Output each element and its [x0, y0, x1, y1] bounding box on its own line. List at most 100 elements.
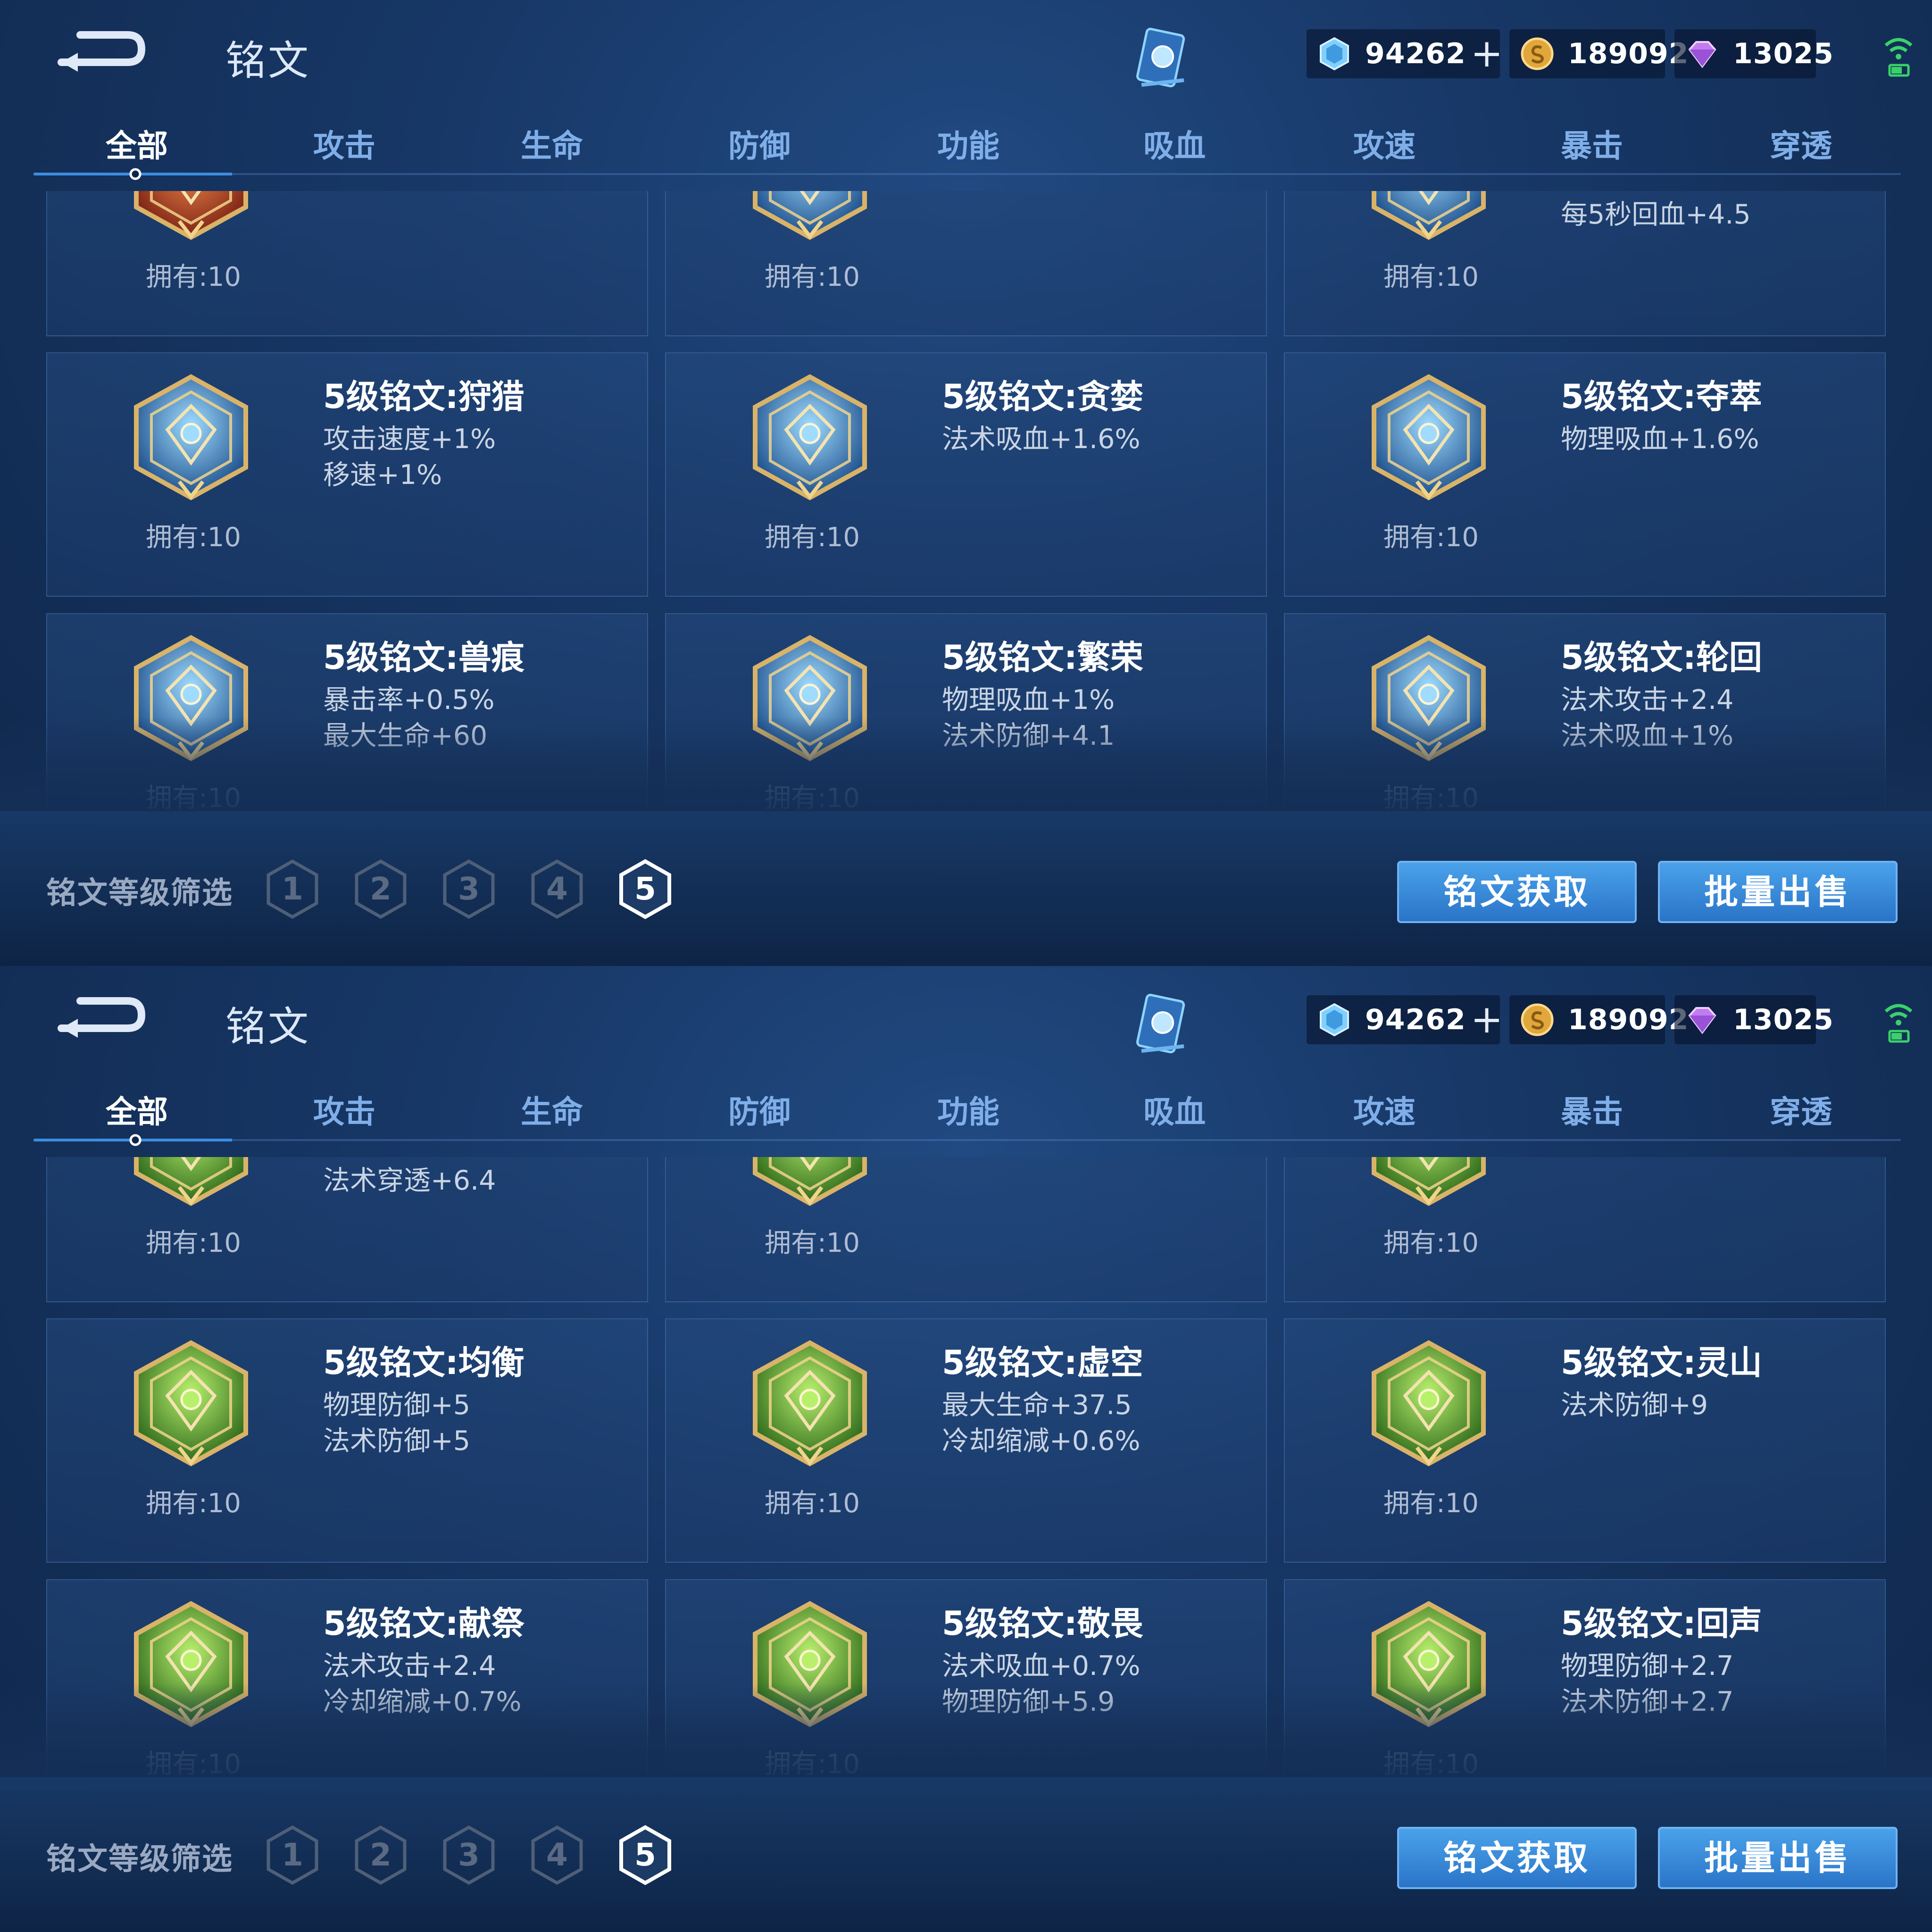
inscription-book-icon[interactable] [1127, 990, 1198, 1060]
level-filter-4[interactable]: 4 [526, 858, 588, 920]
inscription-emblem-icon [1372, 1157, 1486, 1206]
inscription-card[interactable]: 拥有:10 最大生命+75 [665, 191, 1267, 336]
inscription-card[interactable]: 拥有:10 5级铭文:均衡物理防御+5 法术防御+5 [46, 1318, 648, 1563]
level-filter-3[interactable]: 3 [438, 1824, 500, 1886]
inscription-name: 5级铭文:繁荣 [942, 638, 1143, 677]
wifi-signal-icon [1884, 38, 1913, 77]
owned-count: 拥有:10 [145, 522, 242, 553]
tab-penetration[interactable]: 穿透 [1725, 1087, 1876, 1132]
tab-penetration[interactable]: 穿透 [1725, 121, 1876, 166]
tab-attack[interactable]: 攻击 [269, 121, 420, 166]
tab-critical[interactable]: 暴击 [1516, 121, 1667, 166]
page-title: 铭文 [225, 1003, 310, 1050]
level-filter-1[interactable]: 1 [262, 1824, 323, 1886]
inscription-card[interactable]: 拥有:10 5级铭文:灵山 法术防御+9 [1284, 1318, 1886, 1563]
tab-attack-speed[interactable]: 攻速 [1309, 121, 1460, 166]
inscription-card[interactable]: 拥有:10 5级铭文:夺萃 物理吸血+1.6% [1284, 352, 1886, 597]
currency-gold: 189092 [1509, 29, 1689, 78]
tab-lifesteal[interactable]: 吸血 [1099, 1087, 1250, 1132]
tab-attack-speed[interactable]: 攻速 [1309, 1087, 1460, 1132]
inscription-name: 5级铭文:敬畏 [942, 1604, 1143, 1643]
tab-utility[interactable]: 功能 [893, 121, 1044, 166]
inscription-grid: 拥有:10 暴击率+1.6% 拥有:10 最大生命+75 拥有:10最大生命+60每5秒… [0, 191, 1932, 809]
level-filter-2-label: 2 [370, 1837, 391, 1873]
level-filter-4-label: 4 [546, 871, 568, 907]
hexagon-crystal-icon [1320, 1003, 1349, 1037]
inscription-card[interactable]: 拥有:10 暴击率+1.6% [46, 191, 648, 336]
currency-diamond: 13025 [1674, 995, 1833, 1044]
diamond-value: 13025 [1733, 1003, 1834, 1036]
tab-lifesteal[interactable]: 吸血 [1099, 121, 1250, 166]
tab-health[interactable]: 生命 [476, 1087, 627, 1132]
crystal-value: 94262 [1365, 37, 1466, 70]
owned-count: 拥有:10 [764, 522, 860, 553]
inscription-card[interactable]: 拥有:10 5级铭文:虚空 最大生命+37.5 冷却缩减+0.6% [665, 1318, 1267, 1563]
add-crystal-button[interactable]: + [1471, 1000, 1503, 1039]
level-filter-4-label: 4 [546, 1837, 568, 1873]
inscription-name: 5级铭文:狩猎 [323, 377, 525, 416]
currency-crystal[interactable]: 94262 + [1307, 995, 1503, 1044]
inscription-card[interactable]: 拥有:10 物理防御+9 [1284, 1157, 1886, 1302]
level-filter-5-label: 5 [634, 871, 656, 907]
inscription-stat: 法术吸血+1.6% [942, 424, 1141, 455]
inscription-stat: 物理吸血+1% [942, 684, 1115, 716]
inscription-stat: 冷却缩减+0.6% [942, 1425, 1141, 1457]
acquire-inscription-button[interactable]: 铭文获取 [1397, 1827, 1637, 1889]
add-crystal-button[interactable]: + [1471, 34, 1503, 73]
level-filter-1-label: 1 [282, 871, 303, 907]
inscription-book-icon[interactable] [1127, 24, 1198, 94]
inscription-emblem-icon [1372, 374, 1486, 500]
bottom-bar: 铭文等级筛选 1 2 3 4 5 铭文获取 批量出售 [0, 1777, 1932, 1932]
level-filter-1-label: 1 [282, 1837, 303, 1873]
level-filter-5-label: 5 [634, 1837, 656, 1873]
back-arrow-icon[interactable] [52, 25, 146, 76]
owned-count: 拥有:10 [764, 1228, 860, 1258]
owned-count: 拥有:10 [145, 1488, 242, 1519]
inscription-stat: 法术防御+5 [323, 1425, 471, 1457]
tab-defense[interactable]: 防御 [684, 121, 835, 166]
bulk-sell-button[interactable]: 批量出售 [1658, 1827, 1898, 1889]
owned-count: 拥有:10 [1383, 1488, 1479, 1519]
tab-critical[interactable]: 暴击 [1516, 1087, 1667, 1132]
owned-count: 拥有:10 [764, 1488, 860, 1519]
tab-utility[interactable]: 功能 [893, 1087, 1044, 1132]
inscription-stat: 物理防御+5 [323, 1390, 471, 1421]
level-filter-4[interactable]: 4 [526, 1824, 588, 1886]
inscription-emblem-icon [134, 1340, 248, 1466]
tab-all[interactable]: 全部 [61, 121, 212, 166]
tab-attack[interactable]: 攻击 [269, 1087, 420, 1132]
level-filter-3[interactable]: 3 [438, 858, 500, 920]
inscription-name: 5级铭文:均衡 [323, 1343, 525, 1382]
gold-coin-icon [1521, 37, 1554, 70]
tab-divider [33, 173, 1901, 175]
inscription-card[interactable]: 拥有:10最大生命+60每5秒回血+4.5 [1284, 191, 1886, 336]
bulk-sell-button[interactable]: 批量出售 [1658, 861, 1898, 923]
inscription-card[interactable]: 拥有:10攻击速度+0.6%法术穿透+6.4 [46, 1157, 648, 1302]
active-tab-indicator [34, 1134, 232, 1146]
tab-defense[interactable]: 防御 [684, 1087, 835, 1132]
tab-all[interactable]: 全部 [61, 1087, 212, 1132]
level-filter-5[interactable]: 5 [615, 1824, 676, 1886]
back-arrow-icon[interactable] [52, 991, 146, 1042]
level-filter-1[interactable]: 1 [262, 858, 323, 920]
owned-count: 拥有:10 [1383, 522, 1479, 553]
bottom-bar: 铭文等级筛选 1 2 3 4 5 铭文获取 批量出售 [0, 811, 1932, 966]
inscription-name: 5级铭文:献祭 [323, 1604, 525, 1643]
owned-count: 拥有:10 [764, 262, 860, 292]
level-filter-2[interactable]: 2 [350, 858, 411, 920]
inscription-name: 5级铭文:虚空 [942, 1343, 1143, 1382]
inscription-stat: 最大生命+75 [942, 191, 1106, 196]
inscription-name: 5级铭文:轮回 [1561, 638, 1762, 677]
inscription-card[interactable]: 拥有:10 5级铭文:狩猎 攻击速度+1% 移速+1% [46, 352, 648, 597]
inscription-emblem-icon [1372, 1340, 1486, 1466]
inscription-name: 5级铭文:兽痕 [323, 638, 525, 677]
inscription-card[interactable]: 拥有:10 冷却缩减+1% [665, 1157, 1267, 1302]
hexagon-crystal-icon [1320, 37, 1349, 71]
currency-crystal[interactable]: 94262 + [1307, 29, 1503, 78]
inscription-card[interactable]: 拥有:10 5级铭文:贪婪 法术吸血+1.6% [665, 352, 1267, 597]
level-filter-2[interactable]: 2 [350, 1824, 411, 1886]
tab-health[interactable]: 生命 [476, 121, 627, 166]
level-filter-3-label: 3 [458, 1837, 480, 1873]
acquire-inscription-button[interactable]: 铭文获取 [1397, 861, 1637, 923]
level-filter-5[interactable]: 5 [615, 858, 676, 920]
